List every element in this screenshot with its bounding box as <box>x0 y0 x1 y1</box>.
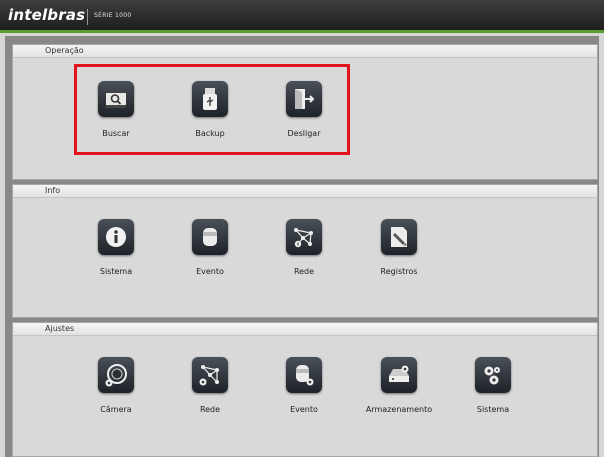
network-icon <box>286 219 322 255</box>
menu-item-sistema-info[interactable]: Sistema <box>71 219 161 276</box>
event-icon <box>192 219 228 255</box>
series-label: SÉRIE 1000 <box>94 12 132 19</box>
menu-item-label: Sistema <box>476 405 510 414</box>
menu-item-rede-ajustes[interactable]: Rede <box>165 357 255 414</box>
section-title: Info <box>13 185 597 198</box>
menu-item-label: Rede <box>293 267 315 276</box>
log-icon <box>381 219 417 255</box>
section-title: Operação <box>13 45 597 58</box>
menu-item-camera[interactable]: Câmera <box>71 357 161 414</box>
storage-icon <box>381 357 417 393</box>
system-settings-icon <box>475 357 511 393</box>
menu-item-sistema-ajustes[interactable]: Sistema <box>448 357 538 414</box>
menu-item-registros[interactable]: Registros <box>354 219 444 276</box>
menu-item-label: Rede <box>199 405 221 414</box>
menu-item-label: Registros <box>380 267 418 276</box>
top-bar: intelbras SÉRIE 1000 <box>0 0 604 33</box>
menu-item-label: Armazenamento <box>365 405 433 414</box>
camera-icon <box>98 357 134 393</box>
network-settings-icon <box>192 357 228 393</box>
header-divider <box>87 9 88 25</box>
highlight-box <box>74 64 350 155</box>
menu-item-evento-ajustes[interactable]: Evento <box>259 357 349 414</box>
menu-item-label: Sistema <box>99 267 133 276</box>
brand-logo: intelbras <box>8 6 86 24</box>
event-settings-icon <box>286 357 322 393</box>
info-icon <box>98 219 134 255</box>
section-info: Info Sistema Evento Rede Registros <box>12 184 598 318</box>
menu-item-label: Evento <box>290 405 318 414</box>
section-ajustes: Ajustes Câmera Rede Evento Armazenamento… <box>12 322 598 457</box>
menu-item-rede-info[interactable]: Rede <box>259 219 349 276</box>
section-title: Ajustes <box>13 323 597 336</box>
menu-item-evento-info[interactable]: Evento <box>165 219 255 276</box>
menu-item-label: Câmera <box>100 405 132 414</box>
menu-item-label: Evento <box>196 267 224 276</box>
menu-item-armazenamento[interactable]: Armazenamento <box>354 357 444 414</box>
